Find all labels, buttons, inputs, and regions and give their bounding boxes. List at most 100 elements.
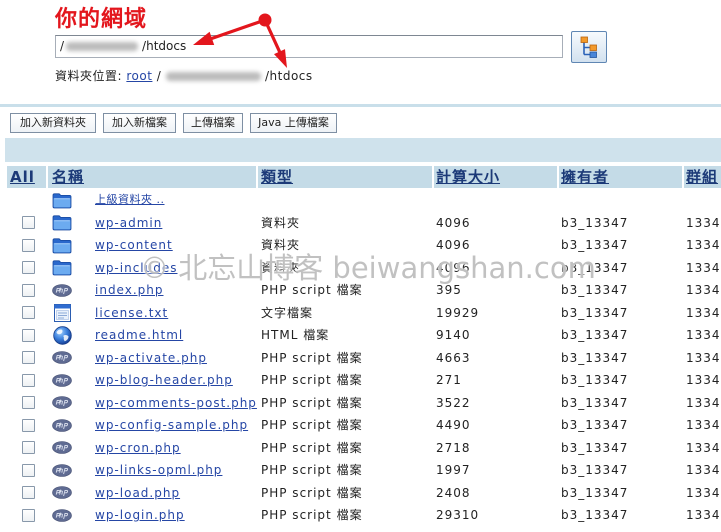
redacted-domain	[66, 42, 139, 51]
table-row: wp-config-sample.php PHP script 檔案 4490 b3_…	[0, 414, 721, 437]
file-size: 2408	[436, 485, 471, 500]
file-type: 文字檔案	[261, 305, 314, 320]
file-name-link[interactable]: wp-links-opml.php	[95, 459, 222, 482]
sort-by-type-link[interactable]: 類型	[261, 168, 293, 186]
file-name-link[interactable]: wp-admin	[95, 212, 162, 235]
file-size: 4490	[436, 418, 471, 432]
row-checkbox[interactable]	[22, 486, 35, 500]
php-icon	[52, 392, 72, 415]
file-group: 1334	[686, 508, 721, 522]
table-row: license.txt 文字檔案 19929 b3_13347 1334	[0, 302, 721, 325]
directory-path-input[interactable]: / /htdocs	[55, 35, 563, 58]
file-type: 資料夾	[261, 238, 301, 252]
folder-icon	[52, 234, 72, 257]
file-name-link[interactable]: wp-activate.php	[95, 347, 207, 370]
file-name-link[interactable]: wp-load.php	[95, 482, 180, 505]
file-size: 9140	[436, 328, 471, 342]
new-file-button[interactable]: 加入新檔案	[103, 113, 176, 133]
row-checkbox[interactable]	[22, 261, 35, 275]
row-checkbox[interactable]	[22, 283, 35, 297]
table-row: wp-admin 資料夾 4096 b3_13347 1334	[0, 212, 721, 235]
file-group: 1334	[686, 238, 721, 252]
row-checkbox[interactable]	[22, 418, 35, 432]
file-owner: b3_13347	[561, 485, 629, 500]
location-label: 資料夾位置:	[55, 69, 123, 83]
file-group: 1334	[686, 350, 721, 365]
file-group: 1334	[686, 305, 721, 320]
file-size: 4663	[436, 350, 471, 365]
file-name-link[interactable]: license.txt	[95, 302, 168, 325]
row-checkbox[interactable]	[22, 396, 35, 410]
location-root-link[interactable]: root	[126, 69, 152, 83]
file-name-link[interactable]: readme.html	[95, 324, 183, 347]
file-name-link[interactable]: wp-includes	[95, 257, 178, 280]
file-name-link[interactable]: wp-content	[95, 234, 173, 257]
table-row: readme.html HTML 檔案 9140 b3_13347 1334	[0, 324, 721, 347]
file-type: PHP script 檔案	[261, 395, 363, 410]
file-owner: b3_13347	[561, 305, 629, 320]
sort-by-group-link[interactable]: 群組	[686, 168, 718, 186]
row-checkbox[interactable]	[22, 441, 35, 455]
location-separator: /	[156, 69, 162, 83]
php-icon	[52, 347, 72, 370]
php-icon	[52, 369, 72, 392]
row-checkbox[interactable]	[22, 463, 35, 477]
file-owner: b3_13347	[561, 328, 629, 342]
header-cell-name: 名稱	[48, 166, 256, 188]
file-name-link[interactable]: wp-blog-header.php	[95, 369, 233, 392]
file-group: 1334	[686, 418, 721, 432]
browse-folder-tree-button[interactable]	[571, 31, 607, 63]
file-owner: b3_13347	[561, 373, 629, 387]
sort-by-size-link[interactable]: 計算大小	[436, 168, 500, 186]
row-checkbox[interactable]	[22, 306, 35, 320]
file-type: PHP script 檔案	[261, 283, 363, 297]
parent-folder-link[interactable]: 上級資料夾 ..	[95, 189, 165, 212]
text-file-icon	[52, 302, 72, 325]
file-size: 271	[436, 373, 462, 387]
file-group: 1334	[686, 283, 721, 297]
file-type: HTML 檔案	[261, 328, 330, 342]
file-owner: b3_13347	[561, 440, 629, 455]
new-folder-button[interactable]: 加入新資料夾	[10, 113, 96, 133]
row-checkbox[interactable]	[22, 508, 35, 522]
table-row: wp-comments-post.php PHP script 檔案 3522 b3_…	[0, 392, 721, 415]
file-type: PHP script 檔案	[261, 463, 363, 477]
select-all-link[interactable]: All	[10, 168, 35, 186]
table-row: wp-includes 資料夾 4096 b3_13347 1334	[0, 257, 721, 280]
file-type: PHP script 檔案	[261, 508, 363, 522]
file-type: PHP script 檔案	[261, 350, 363, 365]
file-group: 1334	[686, 215, 721, 230]
file-type: PHP script 檔案	[261, 418, 363, 432]
file-owner: b3_13347	[561, 463, 629, 477]
file-owner: b3_13347	[561, 215, 629, 230]
file-name-link[interactable]: wp-login.php	[95, 504, 185, 527]
folder-icon	[52, 257, 72, 280]
java-upload-button[interactable]: Java 上傳檔案	[250, 113, 337, 133]
row-checkbox[interactable]	[22, 373, 35, 387]
sort-by-name-link[interactable]: 名稱	[52, 168, 84, 186]
header-cell-owner: 擁有者	[559, 166, 682, 188]
sort-by-owner-link[interactable]: 擁有者	[561, 168, 609, 186]
file-group: 1334	[686, 395, 721, 410]
row-checkbox[interactable]	[22, 238, 35, 252]
parent-folder-row: 上級資料夾 ..	[0, 189, 721, 212]
row-checkbox[interactable]	[22, 351, 35, 365]
path-suffix: /htdocs	[142, 39, 187, 53]
folder-tree-icon	[580, 36, 597, 58]
row-checkbox[interactable]	[22, 216, 35, 230]
header-cell-size: 計算大小	[434, 166, 557, 188]
file-list: 上級資料夾 .. wp-admin 資料夾 4096 b3_13347 1334 wp-c…	[0, 189, 721, 527]
php-icon	[52, 504, 72, 527]
file-group: 1334	[686, 373, 721, 387]
file-group: 1334	[686, 260, 721, 275]
file-name-link[interactable]: wp-config-sample.php	[95, 414, 248, 437]
file-size: 4096	[436, 260, 471, 275]
row-checkbox[interactable]	[22, 328, 35, 342]
file-name-link[interactable]: wp-comments-post.php	[95, 392, 257, 415]
upload-button[interactable]: 上傳檔案	[183, 113, 243, 133]
redacted-domain	[165, 72, 261, 81]
file-name-link[interactable]: wp-cron.php	[95, 437, 181, 460]
file-name-link[interactable]: index.php	[95, 279, 163, 302]
file-owner: b3_13347	[561, 260, 629, 275]
file-size: 4096	[436, 215, 471, 230]
